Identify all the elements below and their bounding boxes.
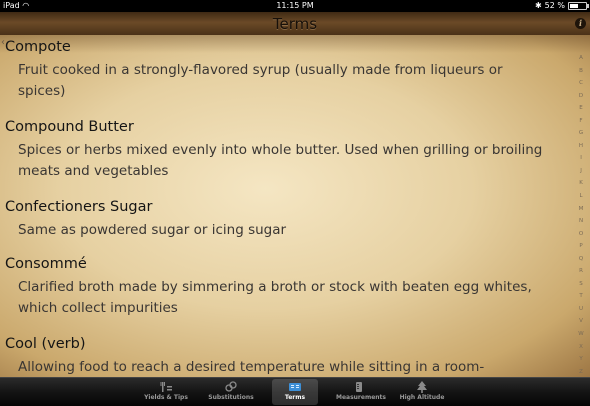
term-definition: Clarified broth made by simmering a brot… [18,279,532,316]
status-bar: iPad ◠ 11:15 PM ✱ 52 % [0,0,590,12]
index-letter[interactable]: R [579,268,583,274]
tab-terms[interactable]: Terms [272,379,318,405]
index-letter[interactable]: S [579,281,583,287]
tab-label: Terms [284,394,306,401]
index-letter[interactable]: D [579,93,583,99]
index-letter[interactable]: A [579,55,583,61]
index-letter[interactable]: H [579,143,583,149]
index-letter[interactable]: B [579,68,583,74]
index-letter[interactable]: J [580,168,582,174]
swap-arrows-icon [225,381,237,392]
bluetooth-icon: ✱ [534,1,542,10]
index-letter[interactable]: Q [579,256,583,262]
index-letter[interactable]: Z [579,369,583,375]
index-letter[interactable]: T [579,293,582,299]
index-letter[interactable]: E [579,105,582,111]
term-definition: Same as powdered sugar or icing sugar [18,222,287,238]
terms-list[interactable]: ‹ Compote Fruit cooked in a strongly-fla… [0,35,590,377]
status-time: 11:15 PM [276,1,314,10]
index-letter[interactable]: I [580,155,582,161]
index-letter[interactable]: V [579,318,583,324]
tab-measurements[interactable]: Measurements [336,379,386,405]
alphabet-index[interactable]: A BC DE FG HI JK L MN OP QR ST UV W XY Z [574,55,588,375]
battery-percent: 52 % [544,1,565,10]
measuring-cup-icon [356,382,362,392]
status-right: ✱ 52 % [534,0,589,12]
term-definition: Fruit cooked in a strongly-flavored syru… [18,62,503,99]
term-definition: Spices or herbs mixed evenly into whole … [18,142,543,179]
index-letter[interactable]: N [579,218,583,224]
index-letter[interactable]: C [579,80,583,86]
index-letter[interactable]: K [579,180,583,186]
index-letter[interactable]: M [579,206,584,212]
term-title[interactable]: Compound Butter [5,119,134,135]
index-letter[interactable]: P [579,243,582,249]
index-letter[interactable]: X [579,344,583,350]
index-letter[interactable]: L [579,193,582,199]
tab-label: High Altitude [399,394,445,401]
index-letter[interactable]: F [579,118,582,124]
index-letter[interactable]: U [579,306,583,312]
tab-high-altitude[interactable]: High Altitude [399,379,445,405]
tab-label: Measurements [336,394,386,401]
term-title[interactable]: Cool (verb) [5,336,86,352]
term-title[interactable]: Compote [5,39,71,55]
tab-yields-tips[interactable]: Yields & Tips [143,379,189,405]
tab-label: Yields & Tips [144,394,188,401]
tab-bar: Yields & Tips Substitutions Terms Measur… [0,377,590,406]
battery-icon [568,2,589,10]
term-definition: Allowing food to reach a desired tempera… [18,359,485,375]
index-letter[interactable]: Y [579,356,582,362]
utensils-icon [160,382,172,392]
term-title[interactable]: Consommé [5,256,87,272]
page-title: Terms [272,15,318,33]
tab-label: Substitutions [208,394,254,401]
tree-icon [417,381,427,393]
index-letter[interactable]: O [579,231,583,237]
index-letter[interactable]: G [579,130,583,136]
term-title[interactable]: Confectioners Sugar [5,199,152,215]
tab-substitutions[interactable]: Substitutions [208,379,254,405]
book-icon [289,383,301,391]
index-letter[interactable]: W [578,331,583,337]
info-button[interactable]: i [575,18,586,29]
title-bar: Terms i [0,12,590,36]
